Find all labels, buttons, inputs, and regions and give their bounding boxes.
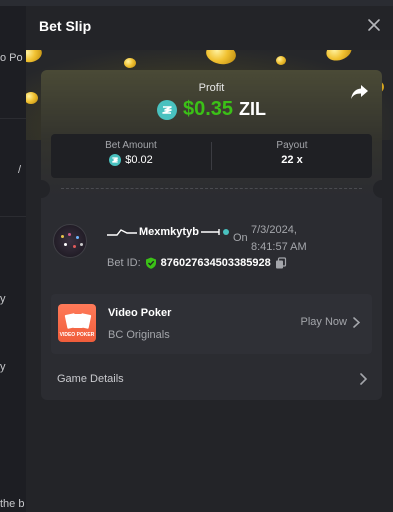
zil-coin-icon	[109, 154, 122, 166]
username: Mexmkytyb	[139, 226, 199, 238]
payout-cell: Payout 22 x	[212, 134, 372, 178]
game-details-button[interactable]: Game Details	[41, 360, 382, 400]
bet-datetime: 7/3/2024, 8:41:57 AM	[251, 224, 307, 253]
background-divider	[0, 118, 26, 119]
game-name: Video Poker	[108, 307, 172, 319]
bet-id-value: 876027634503385928	[160, 257, 271, 269]
username-row[interactable]: Mexmkytyb	[107, 226, 231, 238]
play-now-label: Play Now	[300, 316, 347, 328]
bet-id-label: Bet ID:	[107, 257, 141, 269]
bet-amount-cell: Bet Amount $0.02	[51, 134, 211, 178]
coin-decoration	[276, 56, 286, 65]
shield-check-icon	[145, 257, 156, 269]
background-text-fragment: y	[0, 293, 6, 305]
game-details-label: Game Details	[57, 373, 124, 385]
coin-decoration	[204, 50, 238, 67]
ticket-perforation	[61, 188, 362, 189]
coin-decoration	[26, 92, 38, 104]
thumbnail-label: VIDEO POKER	[59, 332, 95, 338]
coin-decoration	[323, 50, 355, 64]
background-text-fragment: y	[0, 361, 6, 373]
bet-slip-modal: Bet Slip Profit $0.35 ZIL Bet Amount $0.…	[26, 6, 393, 512]
play-now-button[interactable]: Play Now	[301, 316, 360, 328]
background-sidebar: o Po / y y the b	[0, 6, 26, 512]
profit-value-row: $0.35 ZIL	[41, 98, 382, 121]
chevron-right-icon	[360, 373, 368, 385]
profit-label: Profit	[198, 82, 225, 94]
player-info: Mexmkytyb On 7/3/2024, 8:41:57 AM Bet ID…	[41, 212, 382, 272]
share-button[interactable]	[350, 84, 370, 100]
payout-label: Payout	[276, 140, 308, 151]
background-text-fragment: the b	[0, 498, 25, 510]
copy-icon[interactable]	[275, 257, 287, 269]
username-decoration-left-icon	[107, 229, 137, 236]
background-text-fragment: /	[18, 164, 22, 176]
bet-slip-card: Profit $0.35 ZIL Bet Amount $0.02 Payout…	[41, 70, 382, 400]
bet-amount-label: Bet Amount	[105, 140, 157, 151]
zil-coin-icon	[156, 99, 177, 120]
profit-currency: ZIL	[239, 99, 267, 119]
coin-decoration	[26, 50, 44, 65]
chevron-right-icon	[353, 316, 360, 328]
profit-amount: $0.35	[182, 98, 234, 120]
modal-title: Bet Slip	[39, 18, 92, 34]
on-label: On	[233, 232, 248, 244]
background-text-fragment: o Po	[0, 52, 23, 64]
payout-value: 22 x	[281, 154, 303, 166]
bet-id-row: Bet ID: 876027634503385928	[107, 257, 287, 269]
coin-decoration	[124, 58, 136, 68]
background-divider	[0, 216, 26, 217]
username-decoration-right-icon	[200, 229, 229, 235]
close-button[interactable]	[367, 18, 381, 32]
bet-amount-value: $0.02	[125, 154, 153, 166]
game-thumbnail: VIDEO POKER	[58, 304, 96, 342]
close-icon	[368, 19, 380, 31]
profit-section: Profit $0.35 ZIL Bet Amount $0.02 Payout…	[41, 70, 382, 196]
payout-value-row: 22 x	[212, 154, 372, 166]
share-icon	[351, 85, 368, 99]
avatar[interactable]	[53, 224, 87, 258]
game-row[interactable]: VIDEO POKER Video Poker BC Originals Pla…	[51, 294, 372, 354]
game-provider: BC Originals	[108, 329, 170, 341]
bet-amounts-panel: Bet Amount $0.02 Payout 22 x	[51, 134, 372, 178]
bet-amount-value-row: $0.02	[51, 154, 211, 166]
thumbnail-card-shape	[78, 313, 92, 329]
